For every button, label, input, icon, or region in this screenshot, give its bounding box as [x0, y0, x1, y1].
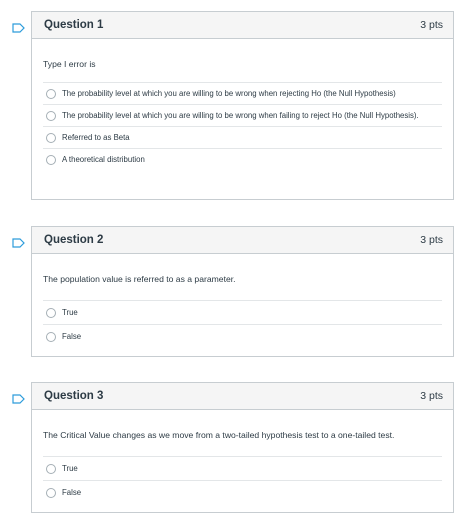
- question-body: The Critical Value changes as we move fr…: [32, 410, 453, 504]
- flag-icon[interactable]: [12, 238, 25, 248]
- question-1: Question 1 3 pts Type I error is The pro…: [12, 11, 454, 200]
- question-text: Type I error is: [43, 59, 96, 69]
- radio-button[interactable]: [46, 155, 56, 165]
- radio-button[interactable]: [46, 133, 56, 143]
- answer-option[interactable]: The probability level at which you are w…: [43, 105, 442, 127]
- radio-button[interactable]: [46, 111, 56, 121]
- radio-button[interactable]: [46, 332, 56, 342]
- answer-list: True False: [43, 300, 442, 348]
- question-points: 3 pts: [420, 390, 443, 402]
- question-points: 3 pts: [420, 19, 443, 31]
- question-header: Question 2 3 pts: [32, 227, 453, 254]
- flag-icon[interactable]: [12, 23, 25, 33]
- radio-button[interactable]: [46, 89, 56, 99]
- radio-button[interactable]: [46, 464, 56, 474]
- answer-option[interactable]: The probability level at which you are w…: [43, 83, 442, 105]
- question-text: The population value is referred to as a…: [43, 274, 236, 284]
- answer-option[interactable]: False: [43, 325, 442, 348]
- answer-label: True: [62, 308, 78, 317]
- radio-button[interactable]: [46, 488, 56, 498]
- question-header: Question 3 3 pts: [32, 383, 453, 410]
- question-points: 3 pts: [420, 234, 443, 246]
- answer-label: The probability level at which you are w…: [62, 111, 419, 120]
- question-header: Question 1 3 pts: [32, 12, 453, 39]
- answer-label: A theoretical distribution: [62, 155, 145, 164]
- question-text: The Critical Value changes as we move fr…: [43, 430, 395, 440]
- answer-label: False: [62, 332, 82, 341]
- question-body: The population value is referred to as a…: [32, 254, 453, 348]
- answer-label: Referred to as Beta: [62, 133, 130, 142]
- answer-option[interactable]: True: [43, 301, 442, 325]
- answer-option[interactable]: Referred to as Beta: [43, 127, 442, 149]
- question-title: Question 3: [44, 390, 104, 402]
- question-2: Question 2 3 pts The population value is…: [12, 226, 454, 357]
- answer-list: True False: [43, 456, 442, 504]
- answer-label: False: [62, 488, 82, 497]
- answer-option[interactable]: A theoretical distribution: [43, 149, 442, 170]
- answer-label: The probability level at which you are w…: [62, 89, 396, 98]
- answer-list: The probability level at which you are w…: [43, 82, 442, 170]
- question-title: Question 2: [44, 234, 104, 246]
- answer-option[interactable]: False: [43, 481, 442, 504]
- answer-label: True: [62, 464, 78, 473]
- flag-icon[interactable]: [12, 394, 25, 404]
- answer-option[interactable]: True: [43, 457, 442, 481]
- question-3: Question 3 3 pts The Critical Value chan…: [12, 382, 454, 513]
- radio-button[interactable]: [46, 308, 56, 318]
- question-body: Type I error is The probability level at…: [32, 39, 453, 170]
- question-title: Question 1: [44, 19, 104, 31]
